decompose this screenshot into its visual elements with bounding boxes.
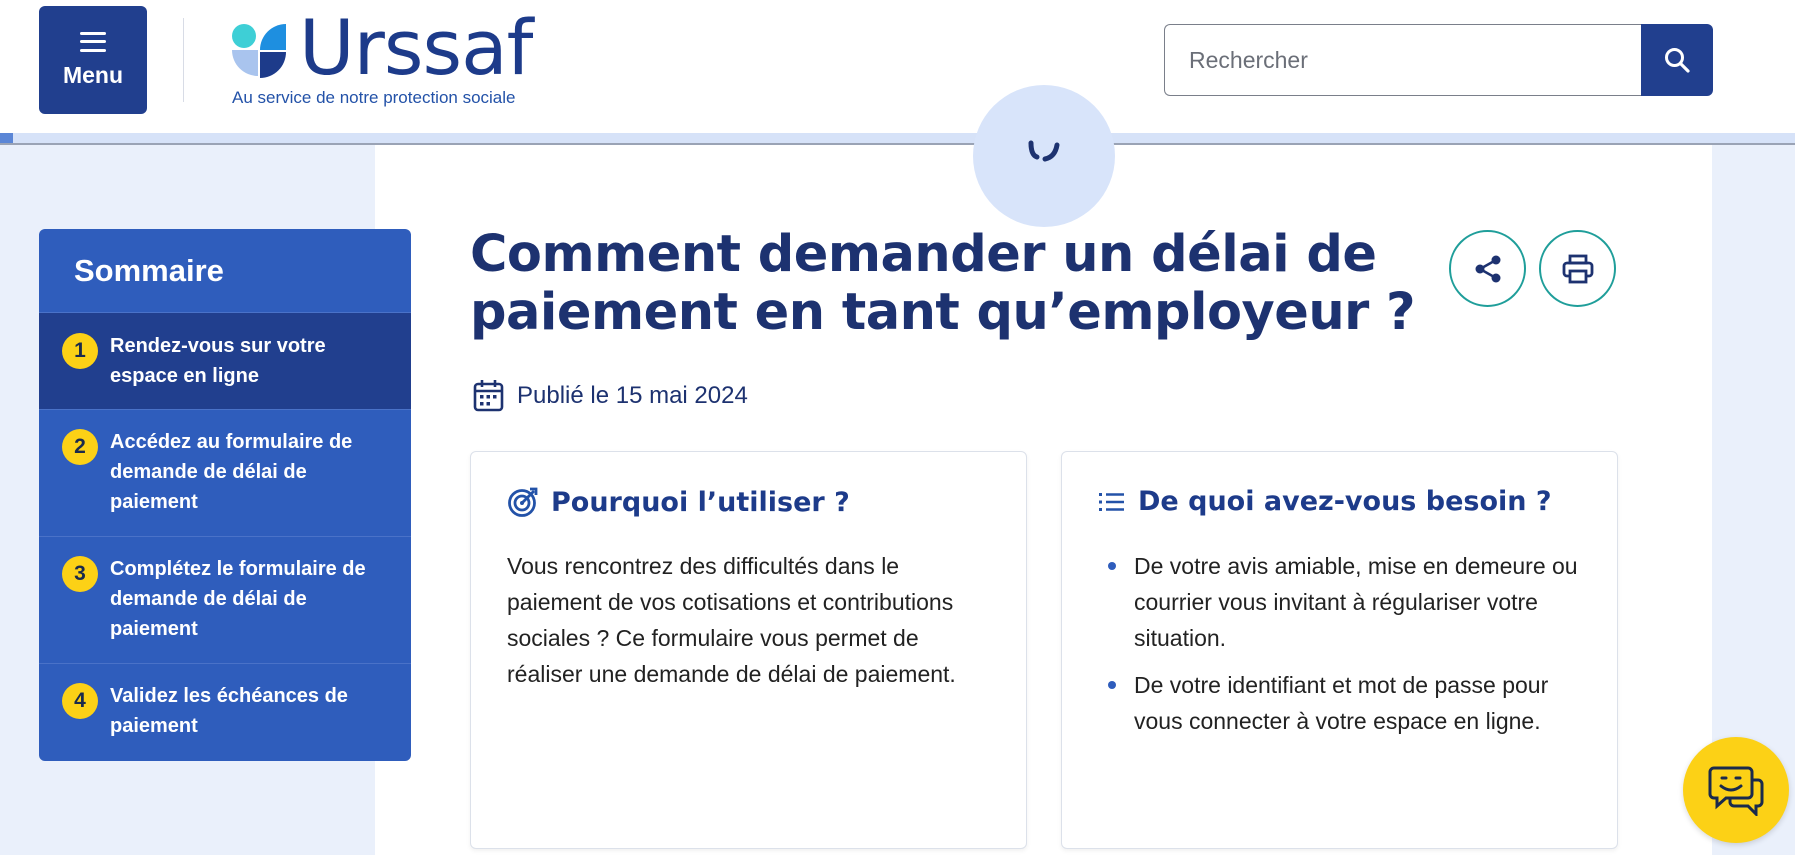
card-requirements: De quoi avez-vous besoin ? De votre avis… [1061,451,1618,849]
target-icon [508,487,538,517]
step-number-badge: 3 [62,556,98,592]
card-why-use: Pourquoi l’utiliser ? Vous rencontrez de… [470,451,1027,849]
step-label: Complétez le formulaire de demande de dé… [110,558,366,640]
search-icon [1665,48,1690,73]
share-button[interactable] [1449,230,1526,307]
step-number-badge: 1 [62,333,98,369]
publication-date-text: Publié le 15 mai 2024 [517,381,748,409]
list-item: De votre avis amiable, mise en demeure o… [1098,548,1581,656]
sommaire-step-1[interactable]: 1 Rendez-vous sur votre espace en ligne [39,313,411,410]
menu-button-label: Menu [62,61,124,88]
site-header: Menu Urssaf Au service de notre protecti… [0,0,1795,133]
sommaire-step-2[interactable]: 2 Accédez au formulaire de demande de dé… [39,410,411,537]
decorative-illustration-circle [973,85,1115,227]
step-label: Rendez-vous sur votre espace en ligne [110,335,326,387]
printer-icon [1562,254,1593,283]
card-requirements-body: De votre avis amiable, mise en demeure o… [1098,548,1581,750]
urssaf-logo[interactable]: Urssaf Au service de notre protection so… [230,10,550,112]
hamburger-icon [80,31,106,52]
step-label: Validez les échéances de paiement [110,685,348,737]
list-item: De votre identifiant et mot de passe pou… [1098,667,1581,739]
urssaf-logo-mark-icon [232,24,286,78]
card-why-use-heading: Pourquoi l’utiliser ? [551,486,850,518]
step-number-badge: 2 [62,429,98,465]
chatbot-button[interactable] [1683,737,1789,843]
card-requirements-heading: De quoi avez-vous besoin ? [1138,486,1552,517]
page-title: Comment demander un délai de paiement en… [470,225,1416,342]
logo-tagline: Au service de notre protection sociale [232,88,516,107]
step-label: Accédez au formulaire de demande de déla… [110,431,353,513]
reading-progress-bar [0,133,1795,145]
requirements-list: De votre avis amiable, mise en demeure o… [1098,548,1581,739]
sommaire-panel: Sommaire 1 Rendez-vous sur votre espace … [39,229,411,761]
chatbot-icon [1708,766,1764,816]
illustration-icon [1028,140,1060,162]
menu-button[interactable]: Menu [39,6,147,114]
print-button[interactable] [1539,230,1616,307]
sommaire-title: Sommaire [39,229,411,313]
publication-date: Publié le 15 mai 2024 [473,379,748,412]
search-input[interactable] [1164,24,1641,96]
search-button[interactable] [1641,24,1713,96]
search-bar [1164,24,1713,96]
share-icon [1475,255,1500,282]
card-requirements-header: De quoi avez-vous besoin ? [1098,486,1552,517]
card-why-use-text: Vous rencontrez des difficultés dans le … [507,553,956,687]
calendar-icon [473,380,504,412]
header-divider [183,18,184,102]
step-number-badge: 4 [62,683,98,719]
logo-name: Urssaf [299,3,533,92]
reading-progress-fill [0,133,13,143]
card-why-use-header: Pourquoi l’utiliser ? [507,486,850,518]
sommaire-step-3[interactable]: 3 Complétez le formulaire de demande de … [39,537,411,664]
sommaire-step-4[interactable]: 4 Validez les échéances de paiement [39,664,411,760]
list-icon [1099,492,1124,511]
